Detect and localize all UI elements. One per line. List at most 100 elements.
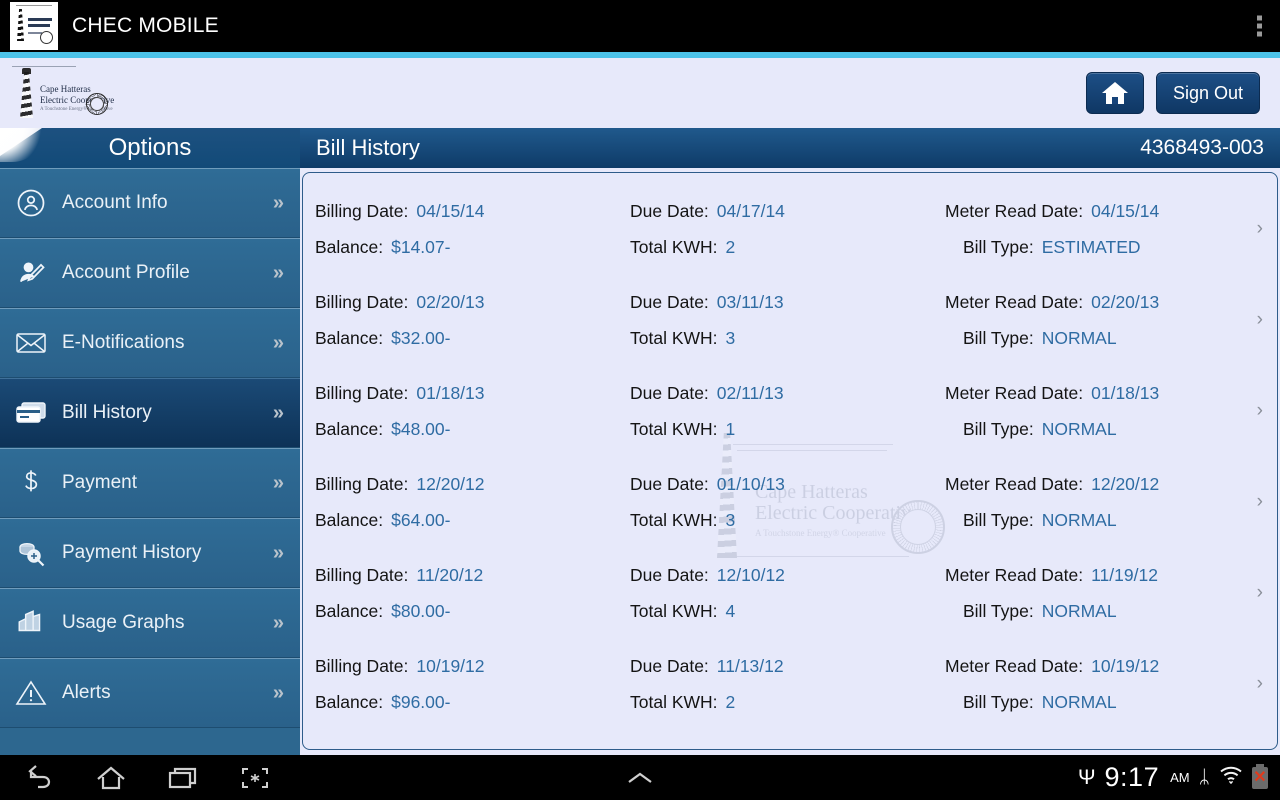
sidebar-item-bill-history[interactable]: Bill History » (0, 378, 300, 448)
sidebar-item-account-info[interactable]: Account Info » (0, 168, 300, 238)
chevron-right-icon: » (272, 191, 284, 214)
meter-read-date-value: 01/18/13 (1091, 382, 1160, 403)
billing-date-field: Billing Date: 02/20/13 (315, 292, 630, 313)
due-date-value: 03/11/13 (716, 291, 784, 312)
billing-date-label: Billing Date: (315, 382, 409, 403)
total-kwh-value: 3 (725, 509, 736, 530)
screenshot-icon[interactable] (238, 763, 272, 793)
battery-error-icon: ✕ (1252, 763, 1268, 789)
meter-read-date-field: Meter Read Date: 10/19/12 (945, 656, 1245, 677)
meter-read-date-label: Meter Read Date: (945, 291, 1084, 312)
chevron-right-icon[interactable]: › (1257, 673, 1263, 695)
chevron-right-icon: » (272, 541, 284, 564)
sidebar-menu: Account Info » Account Profile » E-Notif… (0, 168, 300, 728)
due-date-value: 02/11/13 (716, 382, 784, 403)
app-title: CHEC MOBILE (72, 14, 219, 37)
table-row[interactable]: Billing Date: 10/19/12 Due Date: 11/13/1… (303, 638, 1277, 729)
meter-read-date-value: 12/20/12 (1091, 473, 1160, 494)
dollar-icon (0, 468, 62, 498)
sidebar-item-e-notifications[interactable]: E-Notifications » (0, 308, 300, 378)
android-system-bar: Ψ 9:17 AM ᛦ ✕ (0, 755, 1280, 800)
billing-date-value: 11/20/12 (416, 564, 484, 585)
meter-read-date-label: Meter Read Date: (945, 655, 1084, 676)
wifi-icon (1219, 764, 1243, 791)
usb-icon: Ψ (1077, 765, 1096, 789)
chevron-right-icon: » (272, 331, 284, 354)
home-button[interactable] (1085, 72, 1144, 114)
chevron-right-icon[interactable]: › (1257, 218, 1263, 240)
balance-label: Balance: (315, 600, 384, 621)
chevron-right-icon: » (272, 611, 284, 634)
balance-label: Balance: (315, 327, 384, 348)
brand-line-1: Cape Hatteras (40, 84, 91, 94)
overflow-menu-icon[interactable] (1257, 15, 1262, 37)
chevron-right-icon[interactable]: › (1257, 582, 1263, 604)
sidebar-item-payment[interactable]: Payment » (0, 448, 300, 518)
billing-date-label: Billing Date: (315, 291, 409, 312)
due-date-field: Due Date: 01/10/13 (630, 474, 945, 495)
sidebar-item-account-profile[interactable]: Account Profile » (0, 238, 300, 308)
sign-out-button[interactable]: Sign Out (1155, 72, 1260, 114)
balance-label: Balance: (315, 691, 384, 712)
bill-type-field: Bill Type: NORMAL (945, 510, 1245, 531)
chevron-up-icon[interactable] (627, 771, 653, 785)
table-row[interactable]: Billing Date: 01/18/13 Due Date: 02/11/1… (303, 365, 1277, 456)
bill-type-field: Bill Type: NORMAL (945, 419, 1245, 440)
home-icon[interactable] (94, 763, 128, 793)
due-date-label: Due Date: (630, 564, 709, 585)
chevron-right-icon: » (272, 401, 284, 424)
sidebar-item-payment-history[interactable]: Payment History » (0, 518, 300, 588)
billing-date-value: 04/15/14 (416, 200, 485, 221)
bill-type-label: Bill Type: (963, 509, 1034, 530)
table-row[interactable]: Billing Date: 11/20/12 Due Date: 12/10/1… (303, 547, 1277, 638)
billing-date-value: 01/18/13 (416, 382, 485, 403)
chevron-right-icon[interactable]: › (1257, 309, 1263, 331)
billing-date-label: Billing Date: (315, 564, 409, 585)
chevron-right-icon: » (272, 261, 284, 284)
android-app-bar: CHEC MOBILE (0, 0, 1280, 52)
meter-read-date-field: Meter Read Date: 11/19/12 (945, 565, 1245, 586)
total-kwh-value: 2 (725, 691, 736, 712)
bill-type-value: NORMAL (1041, 327, 1117, 348)
table-row[interactable]: Billing Date: 02/20/13 Due Date: 03/11/1… (303, 274, 1277, 365)
bill-rows: Billing Date: 04/15/14 Due Date: 04/17/1… (303, 173, 1277, 729)
table-row[interactable]: Billing Date: 04/15/14 Due Date: 04/17/1… (303, 183, 1277, 274)
chevron-right-icon: » (272, 681, 284, 704)
sidebar-item-usage-graphs[interactable]: Usage Graphs » (0, 588, 300, 658)
recents-icon[interactable] (166, 763, 200, 793)
billing-date-field: Billing Date: 12/20/12 (315, 474, 630, 495)
table-row[interactable]: Billing Date: 12/20/12 Due Date: 01/10/1… (303, 456, 1277, 547)
balance-value: $80.00- (391, 600, 451, 621)
content-area: Bill History 4368493-003 Cape Hatteras E… (300, 128, 1280, 755)
total-kwh-field: Total KWH: 3 (630, 510, 945, 531)
billing-date-field: Billing Date: 04/15/14 (315, 201, 630, 222)
balance-value: $32.00- (391, 327, 451, 348)
billing-date-value: 12/20/12 (416, 473, 485, 494)
meter-read-date-label: Meter Read Date: (945, 564, 1084, 585)
sidebar-item-label: Account Profile (62, 262, 190, 283)
sidebar-item-label: E-Notifications (62, 332, 185, 353)
balance-field: Balance: $80.00- (315, 601, 630, 622)
balance-label: Balance: (315, 509, 384, 530)
bill-type-label: Bill Type: (963, 327, 1034, 348)
bill-type-value: ESTIMATED (1041, 236, 1141, 257)
user-circle-icon (0, 188, 62, 218)
total-kwh-field: Total KWH: 2 (630, 692, 945, 713)
meter-read-date-label: Meter Read Date: (945, 382, 1084, 403)
bill-history-panel: Cape Hatteras Electric Cooperative A Tou… (302, 172, 1278, 750)
credit-card-icon (0, 400, 62, 426)
meter-read-date-label: Meter Read Date: (945, 473, 1084, 494)
chevron-right-icon[interactable]: › (1257, 400, 1263, 422)
back-icon[interactable] (22, 763, 56, 793)
chevron-right-icon[interactable]: › (1257, 491, 1263, 513)
balance-field: Balance: $48.00- (315, 419, 630, 440)
sidebar-item-alerts[interactable]: Alerts » (0, 658, 300, 728)
total-kwh-value: 2 (725, 236, 736, 257)
sidebar-item-label: Payment History (62, 542, 202, 563)
total-kwh-field: Total KWH: 4 (630, 601, 945, 622)
page-curl-highlight (0, 128, 46, 162)
warning-triangle-icon (0, 679, 62, 707)
billing-date-label: Billing Date: (315, 655, 409, 676)
due-date-field: Due Date: 11/13/12 (630, 656, 945, 677)
total-kwh-label: Total KWH: (630, 236, 718, 257)
